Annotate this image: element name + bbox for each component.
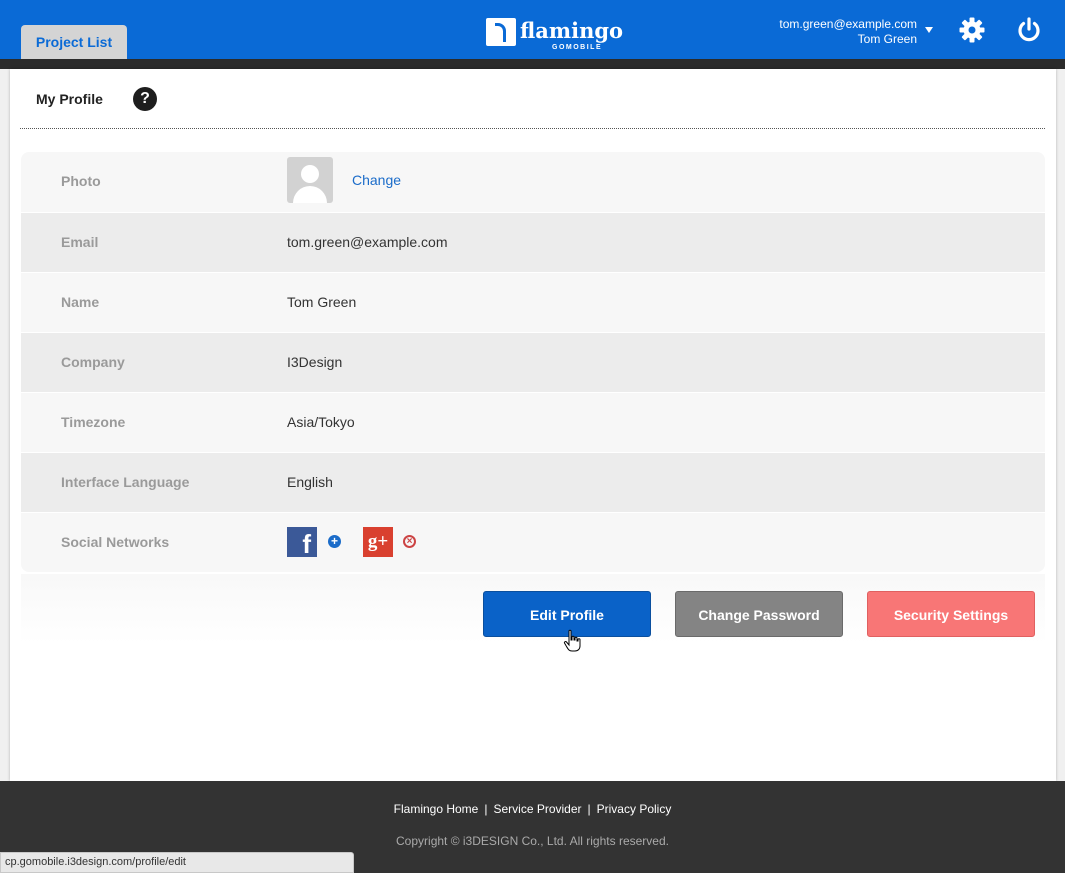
copyright-text: Copyright © i3DESIGN Co., Ltd. All right…	[396, 834, 669, 848]
profile-row-social: Social Networks f + g+ ×	[21, 512, 1045, 572]
change-password-button[interactable]: Change Password	[675, 591, 843, 637]
gear-icon[interactable]	[958, 16, 986, 44]
facebook-icon[interactable]: f	[287, 527, 317, 559]
header-divider	[0, 59, 1065, 69]
avatar	[287, 157, 333, 203]
top-header: Project List flamingo GOMOBILE tom.green…	[0, 0, 1065, 59]
footer-link-privacy-policy[interactable]: Privacy Policy	[591, 802, 678, 816]
help-icon[interactable]: ?	[133, 87, 157, 111]
tab-project-list[interactable]: Project List	[21, 25, 127, 59]
email-value: tom.green@example.com	[287, 234, 448, 250]
user-email: tom.green@example.com	[779, 17, 917, 31]
footer-links: Flamingo Home | Service Provider | Privacy P…	[0, 802, 1065, 816]
name-label: Name	[61, 294, 100, 310]
browser-status-bar: cp.gomobile.i3design.com/profile/edit	[0, 852, 354, 873]
add-facebook-icon[interactable]: +	[328, 535, 341, 548]
page-title: My Profile	[36, 91, 103, 107]
profile-row-photo: Photo Change	[21, 152, 1045, 212]
profile-row-email: Email tom.green@example.com	[21, 212, 1045, 272]
title-divider	[20, 128, 1045, 129]
profile-table: Photo Change Email tom.green@example.com…	[21, 152, 1045, 572]
profile-row-timezone: Timezone Asia/Tokyo	[21, 392, 1045, 452]
language-label: Interface Language	[61, 474, 190, 490]
name-value: Tom Green	[287, 294, 357, 310]
company-label: Company	[61, 354, 125, 370]
timezone-label: Timezone	[61, 414, 126, 430]
timezone-value: Asia/Tokyo	[287, 414, 355, 430]
logo-text: flamingo	[520, 18, 624, 43]
change-photo-link[interactable]: Change	[352, 152, 401, 208]
flamingo-logo-mark-icon	[486, 18, 516, 46]
company-value: I3Design	[287, 354, 343, 370]
profile-row-language: Interface Language English	[21, 452, 1045, 512]
social-label: Social Networks	[61, 534, 170, 550]
profile-row-company: Company I3Design	[21, 332, 1045, 392]
security-settings-button[interactable]: Security Settings	[867, 591, 1035, 637]
user-name: Tom Green	[857, 32, 917, 46]
main-panel: My Profile ? Photo Change Email tom.gree…	[10, 69, 1056, 781]
remove-google-plus-icon[interactable]: ×	[403, 535, 416, 548]
google-plus-icon[interactable]: g+	[363, 527, 393, 557]
email-label: Email	[61, 234, 99, 250]
language-value: English	[287, 474, 333, 490]
chevron-down-icon[interactable]	[925, 27, 933, 33]
footer-link-service-provider[interactable]: Service Provider	[487, 802, 587, 816]
footer-link-flamingo-home[interactable]: Flamingo Home	[388, 802, 485, 816]
hand-cursor-icon	[563, 629, 581, 652]
profile-row-name: Name Tom Green	[21, 272, 1045, 332]
photo-label: Photo	[61, 173, 101, 189]
power-icon[interactable]	[1015, 16, 1043, 44]
flamingo-logo[interactable]: flamingo GOMOBILE	[486, 16, 623, 54]
user-menu[interactable]: tom.green@example.com Tom Green	[779, 17, 917, 47]
logo-subtext: GOMOBILE	[552, 44, 603, 51]
